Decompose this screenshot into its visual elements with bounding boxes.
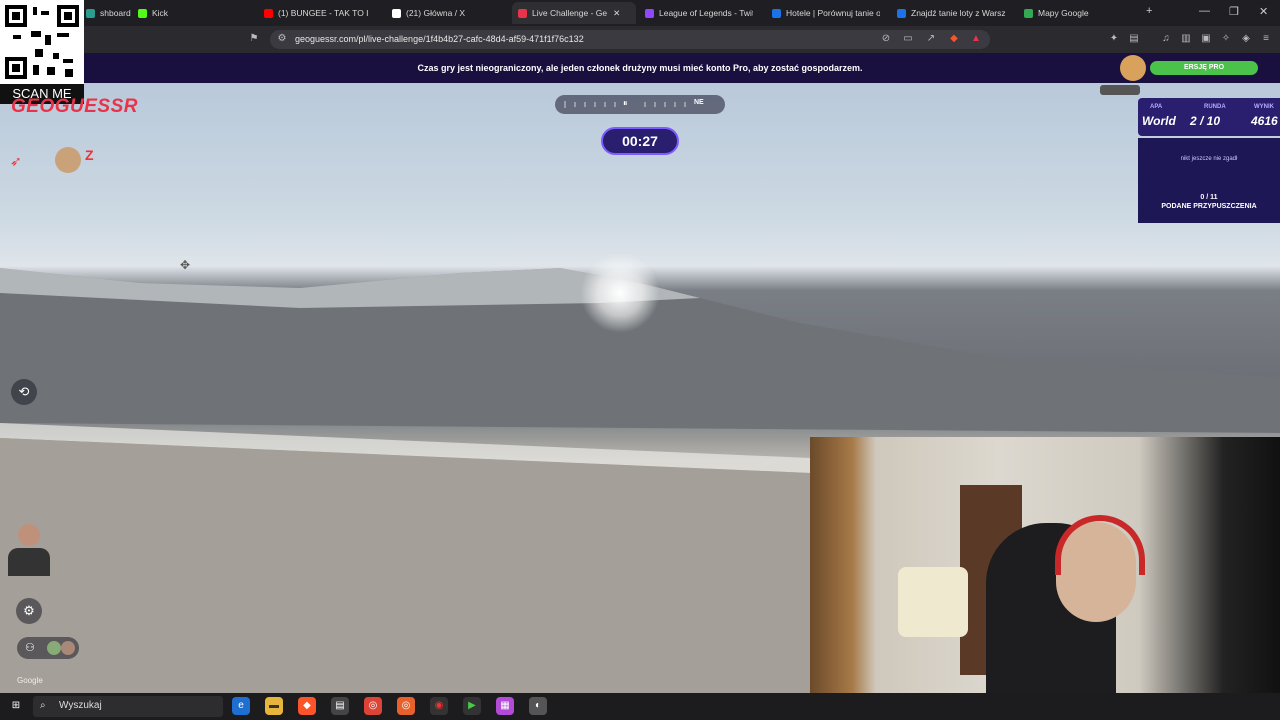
tab-favicon <box>86 8 95 18</box>
geoguessr-logo[interactable]: GEOGUESSR <box>11 96 138 118</box>
sun-glare <box>580 253 660 333</box>
windows-taskbar: ⊞ ⌕ Wyszukaj e ▬ ◆ ▤ ◎ ◎ ◉ ▶ ▦ ◐ <box>0 693 1280 720</box>
app-icon-10[interactable]: ◐ <box>529 697 547 715</box>
rewards-icon[interactable]: ▲ <box>970 33 982 45</box>
qr-code-image <box>5 5 79 79</box>
x-icon <box>392 8 401 18</box>
no-tracking-icon[interactable]: ⊘ <box>880 33 892 45</box>
map-value: World <box>1142 114 1176 128</box>
menu-icon[interactable]: ≡ <box>1260 33 1272 45</box>
edge-icon[interactable]: e <box>232 697 250 715</box>
geoguessr-icon <box>518 8 527 18</box>
restore-icon[interactable]: ❐ <box>1229 5 1239 18</box>
tab-hotels[interactable]: Hotele | Porównuj tanie of <box>772 2 880 24</box>
chrome-active-icon[interactable]: ◎ <box>397 697 415 715</box>
youtube-icon <box>264 8 273 18</box>
move-cursor-icon: ✥ <box>180 258 191 272</box>
player-avatar-2 <box>61 641 75 655</box>
taskbar-search-text: Wyszukaj <box>59 700 102 711</box>
kick-icon <box>138 8 147 18</box>
tabs-icon[interactable]: ▣ <box>1200 33 1212 45</box>
qr-code-overlay: SCAN ME <box>0 0 84 104</box>
url-text: geoguessr.com/pl/live-challenge/1f4b4b27… <box>295 34 584 44</box>
score-value: 4616 <box>1251 114 1278 128</box>
pro-upgrade-button[interactable]: ERSJĘ PRO <box>1150 61 1258 75</box>
settings-gear-icon[interactable]: ⚙ <box>16 598 42 624</box>
extensions-icon[interactable]: ✦ <box>1108 33 1120 45</box>
file-explorer-icon[interactable]: ▬ <box>265 697 283 715</box>
map-label: APA <box>1150 104 1163 110</box>
guesses-label: PODANE PRZYPUSZCZENIA <box>1161 203 1257 210</box>
players-button[interactable]: ⚇ <box>17 637 79 659</box>
address-bar-row: ⚑ ⚙ geoguessr.com/pl/live-challenge/1f4b… <box>0 26 1280 53</box>
new-tab-icon[interactable]: + <box>1146 5 1152 17</box>
share-icon[interactable]: ↗ <box>925 33 937 45</box>
search-icon: ⌕ <box>40 700 46 711</box>
bookmark-icon[interactable]: ⚑ <box>248 33 260 45</box>
taskbar-search[interactable]: ⌕ Wyszukaj <box>33 696 223 717</box>
tab-kick[interactable]: Kick <box>138 2 168 24</box>
tab-twitch[interactable]: League of Legends - Twitc <box>645 2 753 24</box>
guesses-count: 0 / 11 <box>1200 194 1218 201</box>
chrome-icon[interactable]: ◎ <box>364 697 382 715</box>
streamer-avatar <box>8 520 50 580</box>
compass-north-icon: ⏸ <box>623 98 628 108</box>
return-to-start-icon[interactable]: ⟲ <box>11 379 37 405</box>
wallet-icon[interactable]: ▤ <box>1128 33 1140 45</box>
screen-icon[interactable]: ▭ <box>902 33 914 45</box>
sleep-emote-icon: Z <box>85 147 94 163</box>
vpn-icon[interactable]: ◈ <box>1240 33 1252 45</box>
ai-icon[interactable]: ✧ <box>1220 33 1232 45</box>
tab-live-challenge[interactable]: Live Challenge - Ge ✕ <box>512 2 636 24</box>
tab-google-maps[interactable]: Mapy Google <box>1024 2 1089 24</box>
compass-bar[interactable]: ⏸ NE <box>555 95 725 114</box>
twitch-icon <box>645 8 654 18</box>
brave-icon[interactable]: ◆ <box>298 697 316 715</box>
tab-x[interactable]: (21) Główna / X <box>392 2 465 24</box>
maps-icon <box>1024 8 1033 18</box>
cat-emote-icon <box>55 147 81 173</box>
webcam-feed <box>810 437 1280 693</box>
arrow-emote-icon: ➶ <box>10 153 22 169</box>
tab-dashboard[interactable]: shboard <box>86 2 131 24</box>
flights-icon <box>897 8 906 18</box>
obs-icon[interactable]: ◉ <box>430 697 448 715</box>
site-info-icon[interactable]: ⚙ <box>276 33 288 45</box>
app-icon-9[interactable]: ▦ <box>496 697 514 715</box>
tab-youtube[interactable]: (1) BUNGEE - TAK TO I <box>264 2 369 24</box>
windows-start-icon[interactable]: ⊞ <box>7 697 25 715</box>
compass-ne-icon: NE <box>694 99 704 106</box>
guesses-panel: nikt jeszcze nie zgadł 0 / 11 PODANE PRZ… <box>1138 138 1280 223</box>
player-avatar-1 <box>47 641 61 655</box>
round-value: 2 / 10 <box>1190 114 1221 128</box>
sidebar-icon[interactable]: ▥ <box>1180 33 1192 45</box>
app-icon-8[interactable]: ▶ <box>463 697 481 715</box>
app-icon-4[interactable]: ▤ <box>331 697 349 715</box>
webcam-chair <box>898 567 968 637</box>
close-tab-icon[interactable]: ✕ <box>613 8 620 19</box>
browser-tab-bar: shboard Kick (1) BUNGEE - TAK TO I (21) … <box>0 0 1280 26</box>
google-watermark: Google <box>17 676 43 685</box>
round-timer: 00:27 <box>601 127 679 155</box>
close-window-icon[interactable]: ✕ <box>1259 5 1268 18</box>
minimize-icon[interactable]: — <box>1199 5 1210 17</box>
brave-shield-icon[interactable]: ◆ <box>948 33 960 45</box>
tab-flights[interactable]: Znajdź tanie loty z Warsz <box>897 2 1005 24</box>
score-panel: APA World RUNDA 2 / 10 WYNIK 4616 <box>1138 98 1280 136</box>
nobody-guessed-text: nikt jeszcze nie zgadł <box>1180 156 1238 162</box>
pro-banner: Czas gry jest nieograniczony, ale jeden … <box>0 53 1280 83</box>
round-label: RUNDA <box>1204 104 1226 110</box>
score-label: WYNIK <box>1254 104 1274 110</box>
hamster-emote-icon <box>1100 50 1150 105</box>
hotels-icon <box>772 8 781 18</box>
emote-sticker: ➶ Z <box>10 145 110 175</box>
music-icon[interactable]: ♫ <box>1160 33 1172 45</box>
players-icon: ⚇ <box>25 642 35 654</box>
